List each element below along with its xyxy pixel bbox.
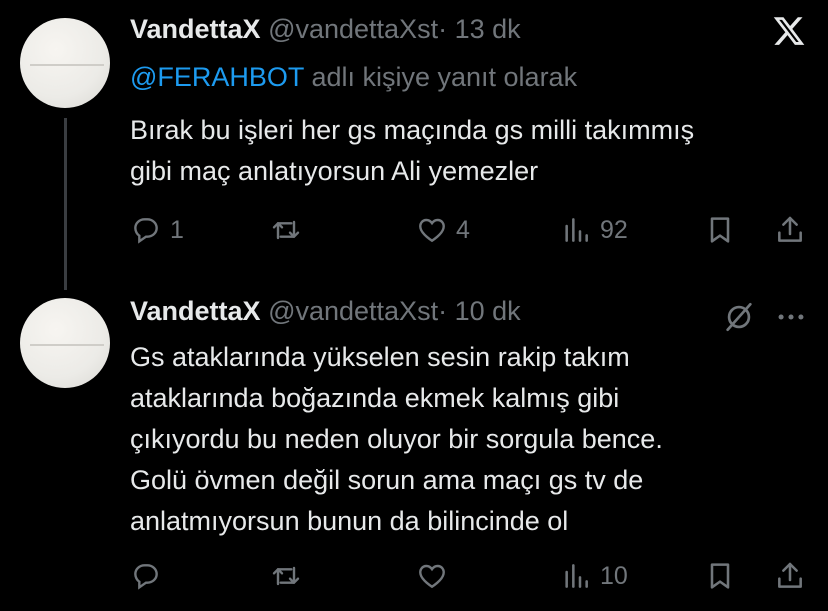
separator-dot: ·	[438, 14, 448, 44]
tweet-2[interactable]: VandettaX @vandettaXst· 10 dk Gs ataklar…	[0, 270, 828, 611]
repost-button[interactable]	[270, 212, 310, 248]
views-chart-icon	[565, 218, 588, 242]
bookmark-button[interactable]	[704, 212, 736, 248]
share-icon	[778, 562, 802, 588]
mention-link[interactable]: @FERAHBOT	[130, 62, 304, 92]
reply-context-text: adlı kişiye yanıt olarak	[311, 62, 578, 92]
repost-icon	[272, 220, 300, 240]
share-icon	[778, 216, 802, 242]
views-button[interactable]: 92	[560, 212, 628, 248]
reply-button[interactable]: 1	[130, 212, 184, 248]
heart-icon	[419, 218, 445, 243]
timestamp[interactable]: 10 dk	[455, 296, 521, 326]
action-bar: 1 4 92	[130, 212, 810, 248]
tweet-text: Bırak bu işleri her gs maçında gs milli …	[130, 110, 694, 192]
views-button[interactable]: 10	[560, 558, 628, 594]
share-button[interactable]	[774, 212, 806, 248]
tweet-text-line: Gs ataklarında yükselen sesin rakip takı…	[130, 342, 630, 372]
like-button[interactable]: 4	[416, 212, 470, 248]
tweet-text: Gs ataklarında yükselen sesin rakip takı…	[130, 337, 663, 542]
reply-count: 1	[170, 215, 184, 244]
bookmark-icon	[710, 217, 730, 243]
repost-button[interactable]	[270, 558, 310, 594]
views-chart-icon	[565, 564, 588, 588]
heart-icon	[419, 564, 445, 589]
more-options-icon[interactable]	[774, 300, 808, 334]
handle[interactable]: @vandettaXst	[268, 14, 438, 44]
tweet-text-line: ataklarında boğazında ekmek kalmış gibi	[130, 383, 620, 413]
tweet-text-line: Bırak bu işleri her gs maçında gs milli …	[130, 115, 695, 145]
grok-icon[interactable]	[722, 300, 756, 334]
display-name[interactable]: VandettaX	[130, 14, 261, 44]
reply-icon	[134, 218, 158, 244]
timestamp[interactable]: 13 dk	[455, 14, 521, 44]
tweet-1[interactable]: VandettaX @vandettaXst· 13 dk @FERAHBOT …	[0, 0, 828, 270]
avatar[interactable]	[20, 18, 110, 108]
like-count: 4	[456, 215, 470, 244]
view-count: 10	[600, 561, 628, 590]
tweet-text-line: gibi maç anlatıyorsun Ali yemezler	[130, 156, 539, 186]
tweet-text-line: Golü övmen değil sorun ama maçı gs tv de	[130, 465, 644, 495]
tweet-text-line: anlatmıyorsun bunun da bilincinde ol	[130, 506, 569, 536]
tweet-header: VandettaX @vandettaXst· 13 dk	[130, 14, 521, 45]
bookmark-icon	[710, 563, 730, 589]
tweet-header: VandettaX @vandettaXst· 10 dk	[130, 296, 521, 327]
reply-icon	[134, 564, 158, 590]
share-button[interactable]	[774, 558, 806, 594]
reply-button[interactable]	[130, 558, 170, 594]
reply-context: @FERAHBOT adlı kişiye yanıt olarak	[130, 62, 577, 93]
avatar[interactable]	[20, 298, 110, 388]
display-name[interactable]: VandettaX	[130, 296, 261, 326]
handle[interactable]: @vandettaXst	[268, 296, 438, 326]
repost-icon	[272, 566, 300, 586]
tweet-text-line: çıkıyordu bu neden oluyor bir sorgula be…	[130, 424, 663, 454]
view-count: 92	[600, 215, 628, 244]
like-button[interactable]	[416, 558, 456, 594]
action-bar: 10	[130, 558, 810, 594]
separator-dot: ·	[438, 296, 448, 326]
bookmark-button[interactable]	[704, 558, 736, 594]
